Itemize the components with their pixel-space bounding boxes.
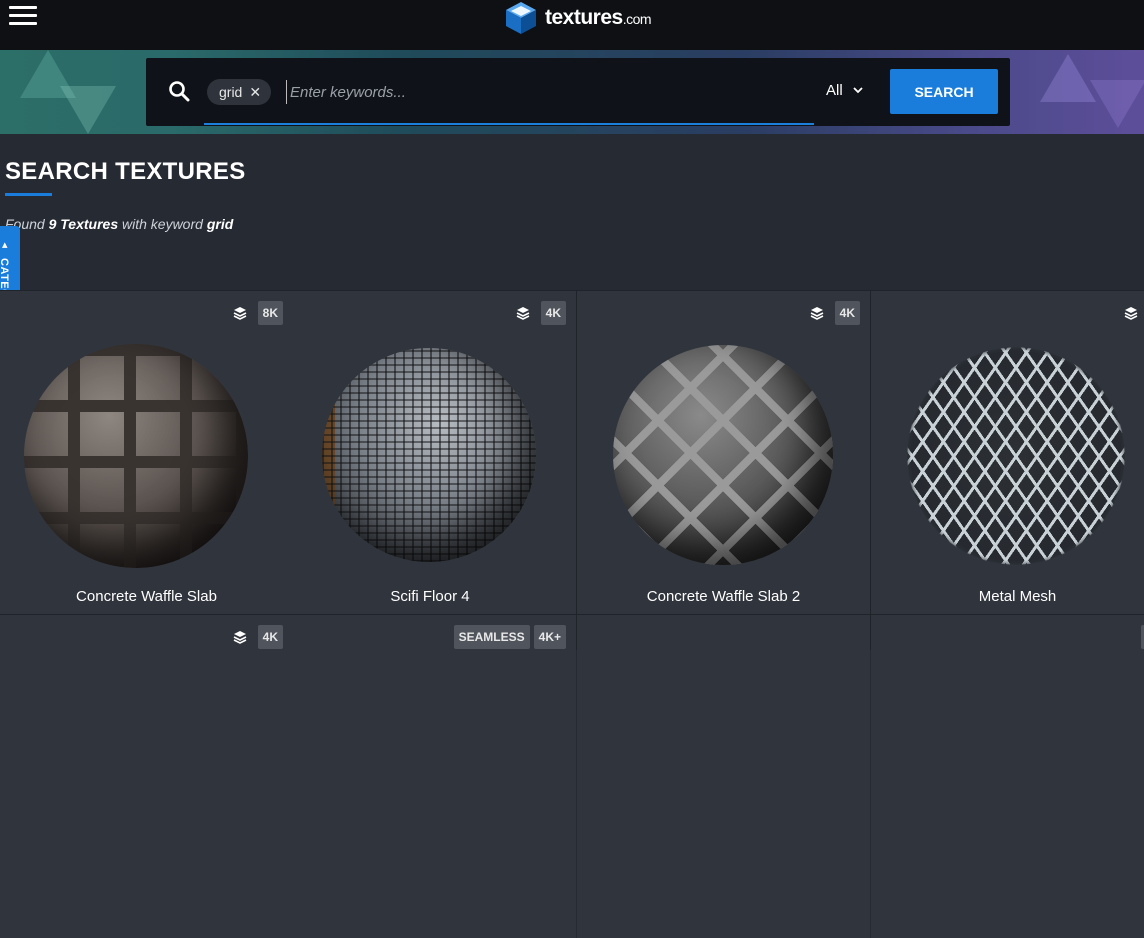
input-underline: [204, 123, 814, 125]
cube-logo-icon: [506, 2, 536, 34]
search-button[interactable]: SEARCH: [890, 69, 998, 114]
resolution-badge: 4K: [834, 301, 860, 325]
search-box: grid ✕ All SEARCH: [146, 58, 1010, 126]
card-badges: 4K: [1140, 625, 1144, 649]
results-grid: 8K Concrete Waffle Slab 4K Scifi Floor 4…: [0, 290, 1144, 938]
scope-dropdown[interactable]: All: [826, 82, 863, 99]
search-icon[interactable]: [168, 80, 190, 102]
title-underline: [5, 193, 52, 196]
resolution-badge: 4K: [257, 625, 283, 649]
resolution-badge: 4K+: [533, 625, 566, 649]
result-summary: Found 9 Textures with keyword grid: [5, 216, 234, 232]
texture-card[interactable]: [577, 615, 870, 938]
keyword-chip[interactable]: grid ✕: [207, 79, 272, 105]
texture-name: Metal Mesh: [978, 588, 1057, 605]
card-badges: 4: [1122, 301, 1144, 325]
texture-card[interactable]: SEAMLESS 4K+: [284, 615, 576, 938]
texture-card[interactable]: 8K Concrete Waffle Slab: [0, 291, 293, 614]
seamless-icon: [1122, 304, 1140, 322]
seamless-icon: [808, 304, 826, 322]
texture-card[interactable]: 4K Concrete Waffle Slab 2: [577, 291, 870, 614]
resolution-badge: 8K: [257, 301, 283, 325]
texture-name: Concrete Waffle Slab: [76, 588, 217, 605]
texture-preview: [613, 345, 833, 565]
page-title: SEARCH TEXTURES: [5, 158, 246, 185]
seamless-badge: SEAMLESS: [453, 625, 530, 649]
menu-icon[interactable]: [9, 6, 37, 26]
resolution-badge: 4K: [540, 301, 566, 325]
texture-name: Scifi Floor 4: [390, 588, 470, 605]
texture-card[interactable]: 4 Metal Mesh: [871, 291, 1144, 614]
logo[interactable]: textures.com: [503, 0, 652, 36]
seamless-icon: [231, 304, 249, 322]
card-badges: 4K: [231, 625, 283, 649]
texture-card[interactable]: 4K Scifi Floor 4: [284, 291, 576, 614]
logo-text: textures.com: [545, 6, 652, 29]
texture-preview: [24, 344, 248, 568]
texture-card[interactable]: 4K: [0, 615, 293, 938]
top-bar: textures.com: [0, 0, 1144, 50]
seamless-icon: [514, 304, 532, 322]
texture-card[interactable]: 4K: [871, 615, 1144, 938]
card-badges: SEAMLESS 4K+: [453, 625, 566, 649]
scope-label: All: [826, 82, 843, 99]
keyword-chip-label: grid: [219, 84, 243, 100]
card-badges: 4K: [514, 301, 566, 325]
chevron-down-icon: [853, 87, 863, 94]
card-badges: 8K: [231, 301, 283, 325]
categories-icon: ▴: [2, 239, 8, 251]
resolution-badge: 4K: [1140, 625, 1144, 649]
seamless-icon: [231, 628, 249, 646]
remove-chip-icon[interactable]: ✕: [249, 84, 261, 101]
texture-preview: [322, 348, 536, 562]
keyword-input[interactable]: [286, 80, 806, 104]
card-badges: 4K: [808, 301, 860, 325]
texture-preview: [907, 347, 1125, 565]
texture-name: Concrete Waffle Slab 2: [646, 588, 801, 605]
